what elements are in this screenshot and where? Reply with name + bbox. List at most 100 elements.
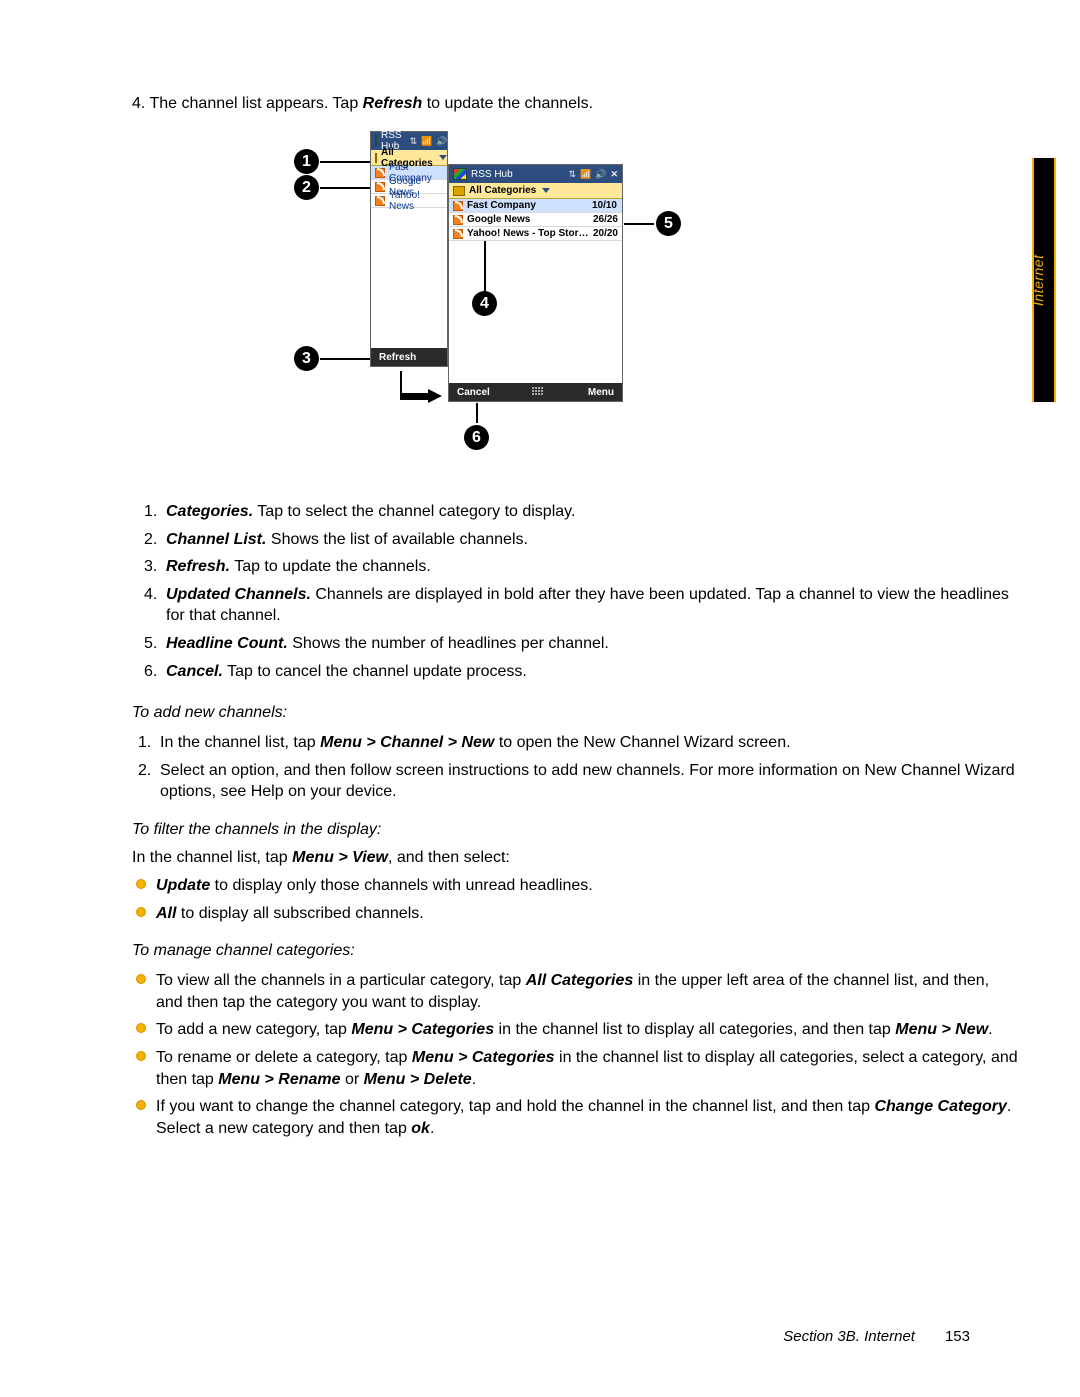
callout-4: 4 <box>472 291 497 316</box>
device-b-cat-label: All Categories <box>469 185 536 196</box>
legend-term: Channel List. <box>166 531 266 548</box>
legend-item: 1.Categories. Tap to select the channel … <box>144 501 1020 523</box>
legend-term: Cancel. <box>166 663 223 680</box>
antenna-icon: 📶 <box>580 169 591 180</box>
legend-num: 3. <box>144 556 166 578</box>
close-icon[interactable]: ✕ <box>610 169 618 180</box>
signal-icon: ⇅ <box>410 136 418 147</box>
rss-icon <box>453 229 463 239</box>
keyboard-icon[interactable] <box>532 387 546 397</box>
leader-arrow-v <box>400 371 402 395</box>
rss-icon <box>375 168 385 178</box>
windows-flag-icon <box>453 168 467 180</box>
menu-button[interactable]: Menu <box>588 387 614 398</box>
add-channels-list: 1.In the channel list, tap Menu > Channe… <box>132 732 1020 803</box>
device-b-softbar: Cancel Menu <box>449 383 622 401</box>
dropdown-icon <box>542 188 550 193</box>
option-name: Update <box>156 877 210 894</box>
device-a-list: Fast Company Google News Yahoo! News <box>371 166 447 348</box>
footer-section: Section 3B. Internet <box>783 1328 915 1345</box>
callout-3: 3 <box>294 346 319 371</box>
text: To view all the channels in a particular… <box>156 972 526 989</box>
speaker-icon: 🔊 <box>436 136 447 147</box>
text: or <box>341 1071 364 1088</box>
bullet-icon <box>136 907 146 917</box>
list-item[interactable]: Yahoo! News <box>371 194 447 208</box>
legend-term: Headline Count. <box>166 635 288 652</box>
device-a-softbar: Refresh <box>371 348 447 366</box>
menu-path: Menu > View <box>292 849 388 866</box>
footer-page-number: 153 <box>945 1328 970 1345</box>
list-item: If you want to change the channel catego… <box>132 1096 1020 1139</box>
menu-path: Menu > Rename <box>218 1071 340 1088</box>
cancel-button[interactable]: Cancel <box>457 387 490 398</box>
leader-1 <box>320 161 370 163</box>
rss-icon <box>453 215 463 225</box>
text: . <box>430 1120 434 1137</box>
legend-text: Tap to select the channel category to di… <box>253 503 575 520</box>
channel-name: Yahoo! News - Top Stor… <box>467 228 593 239</box>
rss-icon <box>375 182 385 192</box>
text: In the channel list, tap <box>132 849 292 866</box>
text: To add a new category, tap <box>156 1021 351 1038</box>
heading-add-channels: To add new channels: <box>132 704 1020 722</box>
close-icon[interactable]: ✕ <box>452 136 460 147</box>
list-item[interactable]: Fast Company 10/10 <box>449 199 622 213</box>
list-item: 2.Select an option, and then follow scre… <box>138 760 1020 803</box>
legend-num: 1. <box>144 501 166 523</box>
text: . <box>988 1021 992 1038</box>
callout-1: 1 <box>294 149 319 174</box>
list-item: 1.In the channel list, tap Menu > Channe… <box>138 732 1020 754</box>
arrow-icon <box>428 389 442 403</box>
list-item[interactable]: Yahoo! News - Top Stor… 20/20 <box>449 227 622 241</box>
channel-name: Yahoo! News <box>389 190 443 212</box>
legend-item: 4.Updated Channels. Channels are display… <box>144 584 1020 627</box>
rss-icon <box>375 196 385 206</box>
callout-5: 5 <box>656 211 681 236</box>
text: in the channel list to display all categ… <box>494 1021 895 1038</box>
headline-count: 26/26 <box>593 214 618 225</box>
menu-path: Menu > Channel > New <box>320 734 494 751</box>
list-item[interactable]: Google News 26/26 <box>449 213 622 227</box>
legend-text: Tap to update the channels. <box>230 558 431 575</box>
item-num: 1. <box>138 732 160 754</box>
bullet-icon <box>136 1023 146 1033</box>
bullet-icon <box>136 1100 146 1110</box>
heading-manage-categories: To manage channel categories: <box>132 942 1020 960</box>
item-num: 2. <box>138 760 160 803</box>
list-item: To add a new category, tap Menu > Catego… <box>132 1019 1020 1041</box>
legend-term: Updated Channels. <box>166 586 311 603</box>
leader-4 <box>484 241 486 291</box>
leader-2 <box>320 187 370 189</box>
legend-num: 5. <box>144 633 166 655</box>
text: to display only those channels with unre… <box>210 877 592 894</box>
list-item: To view all the channels in a particular… <box>132 970 1020 1013</box>
figure-rss-hub: 1 2 3 RSS Hub ⇅ 📶 🔊 ✕ All Categories Fas… <box>132 131 1020 471</box>
menu-path: Menu > Categories <box>351 1021 494 1038</box>
channel-name: Google News <box>467 214 593 225</box>
text: , and then select: <box>388 849 510 866</box>
bullet-icon <box>136 974 146 984</box>
callout-6: 6 <box>464 425 489 450</box>
text: To rename or delete a category, tap <box>156 1049 412 1066</box>
step-text-before: The channel list appears. Tap <box>150 95 363 112</box>
list-item: All to display all subscribed channels. <box>132 903 1020 925</box>
channel-name: Fast Company <box>467 200 592 211</box>
text: to open the New Channel Wizard screen. <box>494 734 790 751</box>
text: to display all subscribed channels. <box>176 905 423 922</box>
callout-2: 2 <box>294 175 319 200</box>
legend-text: Shows the list of available channels. <box>266 531 527 548</box>
legend-item: 5.Headline Count. Shows the number of he… <box>144 633 1020 655</box>
leader-5 <box>624 223 654 225</box>
term: ok <box>411 1120 430 1137</box>
device-b-categories[interactable]: All Categories <box>449 183 622 199</box>
antenna-icon: 📶 <box>421 136 432 147</box>
term: Change Category <box>874 1098 1006 1115</box>
headline-count: 10/10 <box>592 200 617 211</box>
text: If you want to change the channel catego… <box>156 1098 874 1115</box>
legend-term: Categories. <box>166 503 253 520</box>
side-tab-label: Internet <box>1026 158 1050 402</box>
legend-term: Refresh. <box>166 558 230 575</box>
device-b: RSS Hub ⇅ 📶 🔊 ✕ All Categories Fast Comp… <box>448 164 623 402</box>
refresh-button[interactable]: Refresh <box>379 352 416 363</box>
